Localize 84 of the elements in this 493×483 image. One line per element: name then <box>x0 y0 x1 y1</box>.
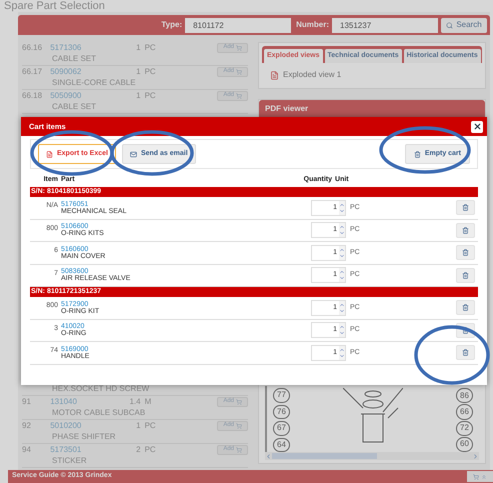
decrement-icon[interactable] <box>339 230 345 236</box>
trash-icon <box>462 204 469 212</box>
part-description: STICKER <box>51 455 88 467</box>
decrement-icon[interactable] <box>339 308 345 314</box>
callout-number: 76 <box>273 404 290 419</box>
type-label: Type: <box>161 19 182 31</box>
item-number: 66.16 <box>22 42 44 54</box>
item-number: 91 <box>22 396 32 408</box>
cart-icon <box>473 474 479 480</box>
decrement-icon[interactable] <box>339 252 345 259</box>
callout-number: 66 <box>456 404 473 420</box>
trash-icon <box>462 349 469 356</box>
cart-icon <box>236 422 242 428</box>
cart-icon <box>236 398 242 404</box>
part-description: CABLE SET <box>51 101 98 113</box>
trash-icon <box>462 249 469 256</box>
callout-number: 72 <box>456 420 473 436</box>
unit-text: PC <box>144 420 157 432</box>
exploded-view-link[interactable]: Exploded view 1 <box>283 69 342 81</box>
document-icon <box>46 150 53 158</box>
type-field[interactable]: 8101172 <box>185 18 292 32</box>
unit-text: PC <box>144 42 157 54</box>
item-number: 66.18 <box>22 90 44 102</box>
cart-icon <box>236 446 242 452</box>
decrement-icon[interactable] <box>339 330 345 336</box>
increment-icon[interactable] <box>339 302 345 308</box>
quantity-text: 1 <box>135 90 141 102</box>
cart-toggle-button[interactable] <box>467 471 493 482</box>
part-description: CABLE SET <box>51 53 98 65</box>
part-description: MOTOR CABLE SUBCAB <box>51 407 146 419</box>
cart-icon <box>236 92 242 98</box>
increment-icon[interactable] <box>339 224 345 230</box>
delete-button[interactable] <box>456 300 475 316</box>
trash-icon <box>462 226 469 234</box>
quantity-text: 1 <box>135 420 141 432</box>
delete-button[interactable] <box>456 268 475 283</box>
increment-icon[interactable] <box>339 202 345 208</box>
part-description: PHASE SHIFTER <box>51 431 117 443</box>
part-description: SINGLE-CORE CABLE <box>51 77 137 89</box>
unit-text: PC <box>144 66 157 78</box>
quantity-text: 1.4 <box>129 396 141 408</box>
unit-text: M <box>144 396 152 408</box>
cart-icon <box>236 44 242 50</box>
cart-icon <box>236 68 242 74</box>
trash-icon <box>414 150 421 158</box>
pdf-icon <box>270 70 279 80</box>
callout-number: 64 <box>273 438 290 452</box>
search-icon <box>446 22 454 28</box>
number-field[interactable]: 1351237 <box>332 18 438 32</box>
callout-number: 60 <box>456 436 473 452</box>
mail-icon <box>130 150 137 158</box>
delete-button[interactable] <box>456 245 475 260</box>
page-title: Spare Part Selection <box>3 0 106 12</box>
callout-number: 77 <box>273 388 290 402</box>
item-number: 94 <box>22 444 32 456</box>
scroll-right-icon[interactable] <box>472 452 479 460</box>
item-number: 92 <box>22 420 32 432</box>
trash-icon <box>462 272 469 279</box>
decrement-icon[interactable] <box>339 208 345 214</box>
pdf-viewer-title: PDF viewer <box>259 100 485 117</box>
unit-text: PC <box>144 444 157 456</box>
horizontal-scrollbar[interactable] <box>265 452 479 460</box>
increment-icon[interactable] <box>339 324 345 330</box>
delete-button[interactable] <box>456 222 475 238</box>
quantity-text: 2 <box>135 444 141 456</box>
decrement-icon[interactable] <box>339 352 345 359</box>
callout-number: 67 <box>273 421 290 436</box>
item-number: 66.17 <box>22 66 44 78</box>
delete-button[interactable] <box>456 200 475 216</box>
quantity-text: 1 <box>135 42 141 54</box>
close-button[interactable] <box>471 120 483 132</box>
decrement-icon[interactable] <box>339 275 345 282</box>
scroll-left-icon[interactable] <box>265 452 272 460</box>
delete-button[interactable] <box>456 345 475 360</box>
trash-icon <box>462 304 469 312</box>
increment-icon[interactable] <box>339 269 345 276</box>
search-button[interactable]: Search <box>441 18 487 32</box>
unit-text: PC <box>144 90 157 102</box>
close-icon <box>472 122 482 131</box>
increment-icon[interactable] <box>339 246 345 253</box>
increment-icon[interactable] <box>339 346 345 353</box>
quantity-text: 1 <box>135 66 141 78</box>
number-label: Number: <box>296 19 329 31</box>
callout-number: 86 <box>456 388 473 404</box>
